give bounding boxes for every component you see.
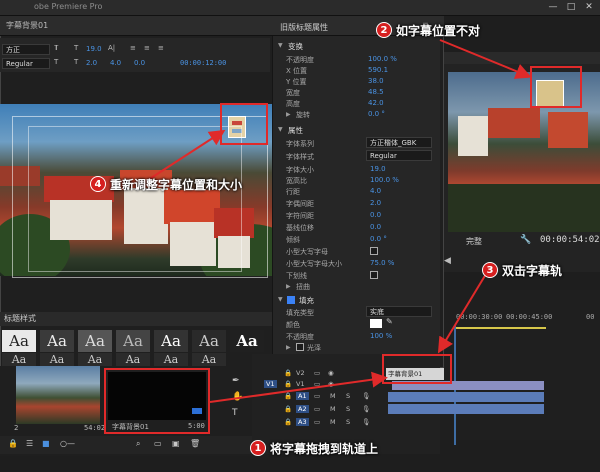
callout-number: 1: [250, 440, 266, 456]
arrow-3: [437, 273, 487, 354]
callout-arrows: [147, 39, 532, 403]
callout-number: 2: [376, 22, 392, 38]
callout-text: 重新调整字幕位置和大小: [110, 178, 243, 192]
callout-text: 如字幕位置不对: [396, 24, 481, 38]
callout-text: 双击字幕轨: [502, 264, 563, 278]
arrow-1: [209, 371, 388, 403]
arrow-4: [147, 129, 226, 181]
callout-text: 将字幕拖拽到轨道上: [270, 442, 379, 456]
arrow-2: [439, 39, 532, 79]
callout-number: 3: [482, 262, 498, 278]
callout-number: 4: [90, 176, 106, 192]
